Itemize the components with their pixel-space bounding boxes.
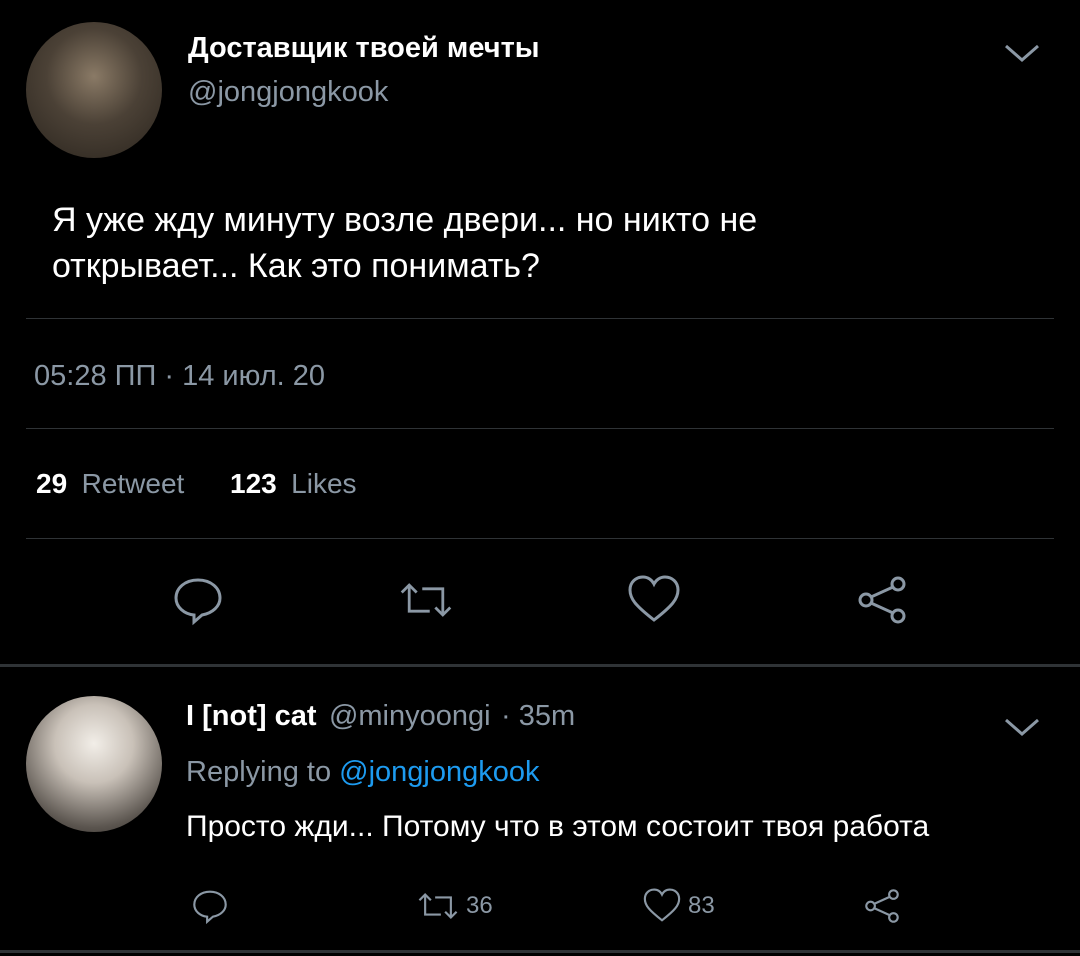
chevron-down-icon[interactable] — [1000, 712, 1044, 742]
share-icon[interactable] — [860, 884, 904, 928]
reply-like[interactable]: 83 — [640, 884, 715, 928]
like-icon[interactable] — [626, 572, 682, 628]
reply-icon[interactable] — [188, 884, 232, 928]
reply-header: I [not] cat @minyoongi · 35m — [186, 700, 575, 733]
replying-to-link[interactable]: @jongjongkook — [339, 756, 539, 788]
reply-avatar[interactable] — [26, 696, 162, 832]
display-name[interactable]: Доставщик твоей мечты — [188, 32, 540, 65]
retweet-label: Retweet — [81, 468, 185, 499]
like-count: 123 — [230, 468, 277, 499]
user-handle[interactable]: @jongjongkook — [188, 76, 388, 109]
like-icon — [640, 884, 684, 928]
divider — [26, 538, 1054, 539]
like-label: Likes — [291, 468, 357, 499]
chevron-down-icon[interactable] — [1000, 38, 1044, 68]
section-separator — [0, 664, 1080, 667]
reply-display-name[interactable]: I [not] cat — [186, 700, 317, 732]
replying-prefix: Replying to — [186, 756, 332, 788]
retweet-icon — [414, 884, 462, 928]
tweet-timestamp: 05:28 ПП · 14 июл. 20 — [34, 360, 326, 392]
avatar[interactable] — [26, 22, 162, 158]
reply-retweet[interactable]: 36 — [414, 884, 493, 928]
tweet-text-line-1: Я уже жду минуту возле двери... но никто… — [52, 201, 758, 239]
divider — [26, 428, 1054, 429]
tweet-text-line-2: открывает... Как это понимать? — [52, 247, 540, 285]
reply-text: Просто жди... Потому что в этом состоит … — [186, 810, 930, 843]
divider — [26, 318, 1054, 319]
like-count: 83 — [688, 892, 715, 919]
share-icon[interactable] — [854, 572, 910, 628]
bottom-separator — [0, 950, 1080, 953]
reply-handle[interactable]: @minyoongi — [329, 700, 491, 732]
reply-icon[interactable] — [170, 572, 226, 628]
reply-time: · 35m — [501, 700, 576, 732]
retweet-icon[interactable] — [398, 572, 454, 628]
likes-stat[interactable]: 123 Likes — [230, 468, 357, 500]
replying-to: Replying to @jongjongkook — [186, 756, 540, 789]
retweet-count: 29 — [36, 468, 68, 499]
retweet-stat[interactable]: 29 Retweet — [36, 468, 184, 500]
retweet-count: 36 — [466, 892, 493, 919]
